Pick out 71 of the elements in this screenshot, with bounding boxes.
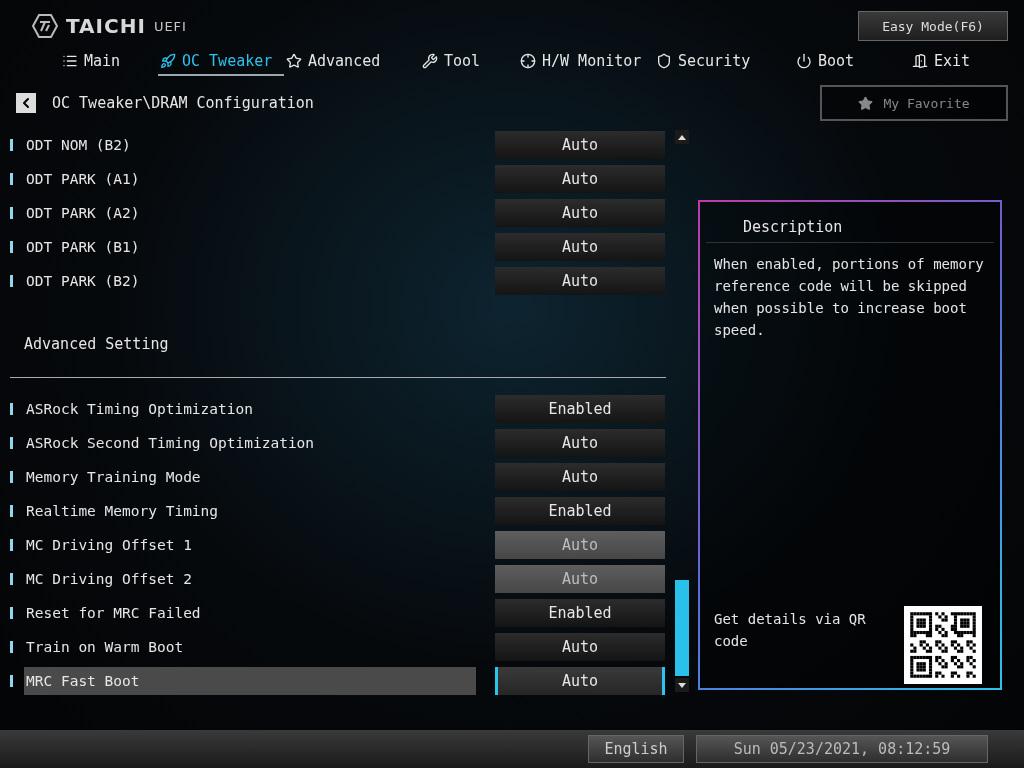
setting-value[interactable]: Auto	[495, 463, 665, 491]
menu-tab[interactable]: OC Tweaker	[158, 48, 284, 76]
setting-label[interactable]: ASRock Second Timing Optimization	[24, 429, 476, 457]
brand-name: TAICHI	[66, 14, 146, 38]
scroll-down-icon[interactable]	[675, 678, 689, 692]
list-icon	[62, 53, 78, 69]
easy-mode-button[interactable]: Easy Mode(F6)	[858, 11, 1008, 41]
item-marker	[10, 275, 13, 287]
item-marker	[10, 573, 13, 585]
description-title: Description	[706, 202, 994, 243]
item-marker	[10, 437, 13, 449]
menu-tab[interactable]: Security	[654, 48, 794, 76]
setting-value[interactable]: Auto	[495, 165, 665, 193]
item-marker	[10, 539, 13, 551]
item-marker	[10, 241, 13, 253]
rocket-icon	[160, 53, 176, 69]
logo-icon	[32, 13, 58, 39]
setting-label[interactable]: Memory Training Mode	[24, 463, 476, 491]
menu-tab[interactable]: Advanced	[284, 48, 420, 76]
section-heading: Advanced Setting	[23, 334, 170, 353]
menu-tab[interactable]: H/W Monitor	[518, 48, 654, 76]
setting-value[interactable]: Auto	[495, 267, 665, 295]
wrench-icon	[422, 53, 438, 69]
item-marker	[10, 505, 13, 517]
setting-label[interactable]: MRC Fast Boot	[24, 667, 476, 695]
favorite-button[interactable]: My Favorite	[820, 85, 1008, 121]
setting-value[interactable]: Enabled	[495, 395, 665, 423]
menu-tab[interactable]: Boot	[794, 48, 910, 76]
setting-value[interactable]: Auto	[495, 233, 665, 261]
item-marker	[10, 641, 13, 653]
setting-label[interactable]: ODT NOM (B2)	[24, 131, 476, 159]
item-marker	[10, 403, 13, 415]
power-icon	[796, 53, 812, 69]
setting-value[interactable]: Enabled	[495, 497, 665, 525]
setting-value[interactable]: Auto	[495, 429, 665, 457]
menu-tab[interactable]: Exit	[910, 48, 1010, 76]
back-button[interactable]	[16, 93, 36, 113]
setting-label[interactable]: Train on Warm Boot	[24, 633, 476, 661]
setting-label[interactable]: ODT PARK (A1)	[24, 165, 476, 193]
menu-tab[interactable]: Main	[60, 48, 158, 76]
item-marker	[10, 675, 13, 687]
language-button[interactable]: English	[588, 735, 684, 763]
setting-label[interactable]: ODT PARK (B2)	[24, 267, 476, 295]
setting-value[interactable]: Auto	[495, 667, 665, 695]
crosshair-icon	[520, 53, 536, 69]
item-marker	[10, 607, 13, 619]
date-time: Sun 05/23/2021, 08:12:59	[696, 735, 988, 763]
setting-value[interactable]: Auto	[495, 199, 665, 227]
item-marker	[10, 173, 13, 185]
scroll-up-icon[interactable]	[675, 130, 689, 144]
menu-tab[interactable]: Tool	[420, 48, 518, 76]
description-text: When enabled, portions of memory reference code will be skipped when possible to increase boot speed.	[713, 255, 985, 340]
setting-label[interactable]: Realtime Memory Timing	[24, 497, 476, 525]
setting-label[interactable]: ODT PARK (A2)	[24, 199, 476, 227]
setting-label[interactable]: ASRock Timing Optimization	[24, 395, 476, 423]
setting-value[interactable]: Auto	[495, 633, 665, 661]
setting-label[interactable]: Reset for MRC Failed	[24, 599, 476, 627]
item-marker	[10, 207, 13, 219]
scrollbar-thumb[interactable]	[675, 580, 689, 676]
shield-icon	[656, 53, 672, 69]
star-icon	[858, 95, 874, 111]
setting-value[interactable]: Auto	[495, 131, 665, 159]
item-marker	[10, 139, 13, 151]
star-icon	[286, 53, 302, 69]
brand-subtitle: UEFI	[153, 18, 187, 34]
setting-label[interactable]: ODT PARK (B1)	[24, 233, 476, 261]
breadcrumb: OC Tweaker\DRAM Configuration	[52, 94, 314, 112]
qr-caption: Get details via QR code	[714, 610, 867, 651]
item-marker	[10, 471, 13, 483]
door-icon	[912, 53, 928, 69]
setting-value[interactable]: Enabled	[495, 599, 665, 627]
